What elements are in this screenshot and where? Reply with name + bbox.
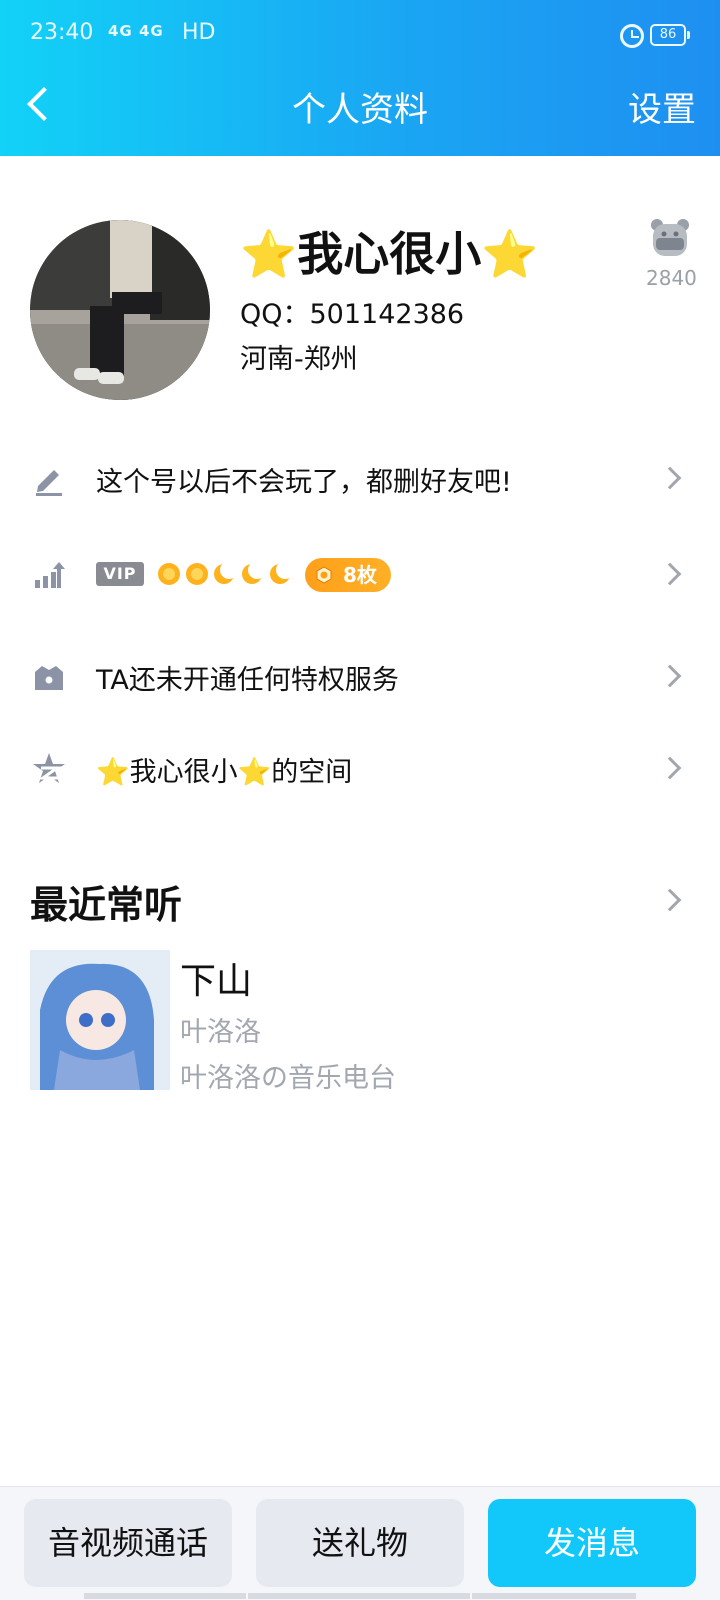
chevron-right-icon	[658, 562, 682, 586]
signal-icon: 4G 4G	[108, 22, 164, 40]
home-indicator	[472, 1593, 636, 1599]
medal-badge[interactable]: 8枚	[305, 558, 391, 592]
sun-icon	[158, 563, 180, 585]
chevron-right-icon	[658, 466, 682, 490]
status-time: 23:40	[30, 20, 94, 45]
chevron-right-icon	[658, 756, 682, 780]
privilege-text: TA还未开通任何特权服务	[96, 665, 399, 696]
avatar-photo	[30, 220, 210, 400]
chevron-right-icon	[658, 888, 682, 912]
song-artist: 叶洛洛	[180, 1017, 261, 1048]
song-title[interactable]: 下山	[180, 952, 252, 1004]
edit-icon	[36, 470, 62, 496]
sun-icon	[186, 563, 208, 585]
home-indicator	[248, 1593, 470, 1599]
moon-icon	[242, 561, 266, 584]
moon-icon	[270, 561, 294, 584]
song-radio: 叶洛洛の音乐电台	[180, 1063, 396, 1094]
chevron-right-icon	[658, 664, 682, 688]
level-chart-icon	[35, 562, 65, 588]
signature-row[interactable]: 这个号以后不会玩了，都删好友吧!	[0, 444, 720, 514]
qq-number: QQ：501142386	[240, 299, 465, 330]
medal-icon	[316, 566, 332, 584]
hd-indicator: HD	[182, 20, 216, 45]
level-row[interactable]: VIP 8枚	[0, 540, 720, 610]
medal-count: 8枚	[343, 563, 377, 587]
avatar[interactable]	[30, 220, 210, 400]
space-text: ⭐我心很小⭐的空间	[96, 757, 353, 788]
album-art	[30, 950, 170, 1090]
nickname: ⭐我心很小⭐	[240, 227, 539, 281]
header-bar: 23:40 4G 4G HD 86 个人资料 设置	[0, 0, 720, 156]
recent-music-title: 最近常听	[30, 883, 183, 927]
home-indicator	[84, 1593, 246, 1599]
location: 河南-郑州	[240, 344, 358, 375]
vip-badge: VIP	[96, 562, 144, 586]
recent-music-more[interactable]	[600, 866, 720, 936]
space-row[interactable]: ⭐我心很小⭐的空间	[0, 734, 720, 804]
bear-level-icon[interactable]	[648, 216, 692, 260]
album-cover[interactable]	[30, 950, 170, 1090]
send-message-button[interactable]: 发消息	[488, 1499, 696, 1587]
privilege-row[interactable]: TA还未开通任何特权服务	[0, 642, 720, 712]
level-number: 2840	[646, 266, 697, 290]
send-gift-button[interactable]: 送礼物	[256, 1499, 464, 1587]
signature-text: 这个号以后不会玩了，都删好友吧!	[96, 467, 512, 498]
settings-button[interactable]: 设置	[628, 82, 696, 131]
page-title: 个人资料	[292, 90, 428, 130]
moon-icon	[214, 561, 238, 584]
video-call-button[interactable]: 音视频通话	[24, 1499, 232, 1587]
alarm-icon	[620, 24, 644, 48]
qzone-star-icon	[33, 753, 65, 783]
battery-icon: 86	[650, 24, 690, 46]
crown-icon	[35, 666, 63, 690]
bottom-action-bar: 音视频通话 送礼物 发消息	[0, 1486, 720, 1600]
